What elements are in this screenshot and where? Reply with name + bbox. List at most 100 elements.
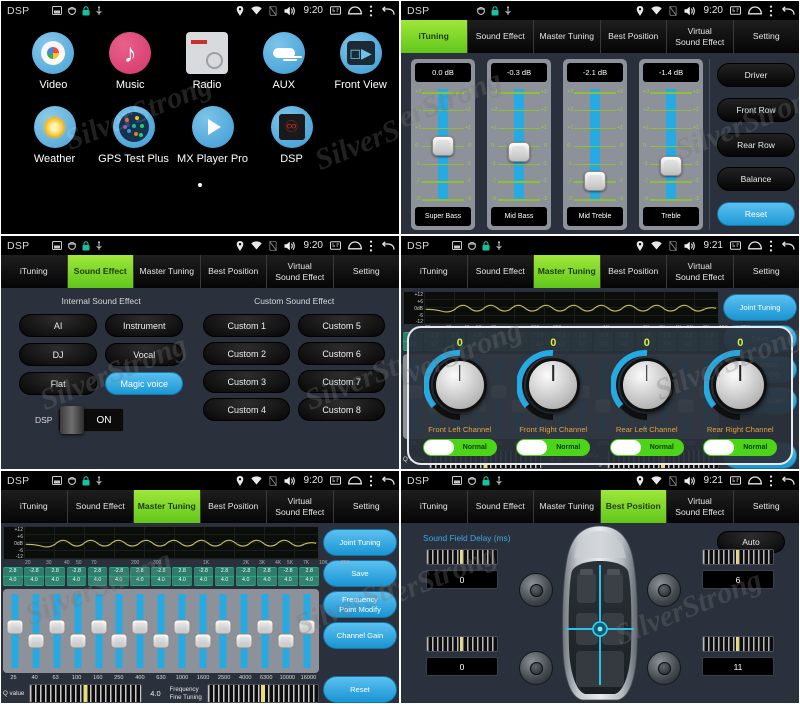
- eq-slider[interactable]: [151, 592, 172, 670]
- slider-track[interactable]: +3 +3 +2 +2 +1 +1 0 0 -1 -1 -2 -2 -3 -3: [643, 85, 699, 204]
- tab-best-position[interactable]: Best Position: [600, 20, 667, 53]
- tab-sound-effect[interactable]: Sound Effect: [467, 490, 534, 523]
- slider-handle[interactable]: [432, 135, 454, 156]
- tab-virtual-sound-effect[interactable]: Virtual Sound Effect: [667, 255, 734, 288]
- eq-band-cell[interactable]: -2.84.0: [24, 567, 44, 587]
- tab-virtual-sound-effect[interactable]: Virtual Sound Effect: [667, 490, 734, 523]
- frequency-point-modify-button[interactable]: FrequencyPoint Modify: [323, 591, 397, 618]
- app-dsp[interactable]: ♾ DSP: [252, 106, 331, 165]
- effect-magic-voice-button[interactable]: Magic voice: [105, 372, 184, 395]
- balance-button[interactable]: Balance: [717, 167, 795, 192]
- menu-dots-icon[interactable]: [769, 475, 773, 487]
- custom-8-button[interactable]: Custom 8: [298, 398, 385, 421]
- menu-dots-icon[interactable]: [369, 475, 373, 487]
- eq-slider[interactable]: [213, 592, 234, 670]
- home-icon[interactable]: [748, 6, 762, 15]
- eq-slider[interactable]: [171, 592, 192, 670]
- tab-virtual-sound-effect[interactable]: Virtual Sound Effect: [267, 255, 334, 288]
- tab-setting[interactable]: Setting: [333, 490, 399, 523]
- app-radio[interactable]: Radio: [169, 32, 246, 91]
- home-icon[interactable]: [748, 241, 762, 250]
- tab-master-tuning[interactable]: Master Tuning: [534, 490, 601, 523]
- back-icon[interactable]: [380, 5, 395, 16]
- eq-slider[interactable]: [109, 592, 130, 670]
- custom-2-button[interactable]: Custom 2: [203, 342, 291, 365]
- tab-best-position[interactable]: Best Position: [600, 255, 667, 288]
- tab-setting[interactable]: Setting: [733, 255, 799, 288]
- delay-dial[interactable]: [426, 549, 498, 565]
- dsp-switch[interactable]: ON: [58, 406, 125, 434]
- rear-row-button[interactable]: Rear Row: [717, 132, 795, 157]
- tab-sound-effect[interactable]: Sound Effect: [67, 255, 134, 288]
- tab-sound-effect[interactable]: Sound Effect: [467, 20, 534, 53]
- back-icon[interactable]: [380, 240, 395, 251]
- slider-mid-treble[interactable]: -2.1 dB +3 +3 +2 +2 +1 +1 0 0 -1 -1 -2 -2 -3 -3: [563, 59, 627, 230]
- app-front-view[interactable]: ◻▶ Front View: [322, 32, 399, 91]
- channel-gain-knob[interactable]: [517, 349, 589, 421]
- slider-super-bass[interactable]: 0.0 dB +3 +3 +2 +2 +1 +1 0 0 -1 -1 -2 -2 -3 -3: [411, 59, 475, 230]
- channel-mode-toggle[interactable]: Normal: [422, 439, 497, 456]
- knob-body[interactable]: [619, 358, 674, 412]
- app-aux[interactable]: AUX: [245, 32, 322, 91]
- slider-track[interactable]: +3 +3 +2 +2 +1 +1 0 0 -1 -1 -2 -2 -3 -3: [567, 85, 623, 204]
- custom-6-button[interactable]: Custom 6: [298, 342, 385, 365]
- eq-band-cell[interactable]: 2.84.0: [3, 567, 23, 587]
- eq-band-cell[interactable]: 2.84.0: [214, 567, 235, 587]
- tab-setting[interactable]: Setting: [333, 255, 399, 288]
- slider-treble[interactable]: -1.4 dB +3 +3 +2 +2 +1 +1 0 0 -1 -1 -2 -2 -3 -3: [639, 59, 703, 230]
- app-gps-test-plus[interactable]: GPS Test Plus: [94, 106, 173, 165]
- tab-ituning[interactable]: iTuning: [1, 255, 68, 288]
- custom-4-button[interactable]: Custom 4: [203, 398, 291, 421]
- eq-slider[interactable]: [130, 592, 151, 670]
- tab-best-position[interactable]: Best Position: [200, 490, 267, 523]
- eq-band-cell[interactable]: 2.84.0: [257, 567, 277, 587]
- car-top-view[interactable]: [552, 525, 648, 703]
- knob-body[interactable]: [526, 358, 581, 412]
- tab-master-tuning[interactable]: Master Tuning: [134, 255, 201, 288]
- back-icon[interactable]: [780, 240, 795, 251]
- joint-tuning-button[interactable]: Joint Tuning: [323, 529, 397, 556]
- eq-band-cell[interactable]: -2.84.0: [193, 567, 214, 587]
- eq-band-cell[interactable]: 2.84.0: [130, 567, 150, 587]
- tab-best-position[interactable]: Best Position: [600, 490, 667, 523]
- app-weather[interactable]: Weather: [15, 106, 94, 165]
- tab-sound-effect[interactable]: Sound Effect: [67, 490, 134, 523]
- eq-slider[interactable]: [275, 592, 296, 670]
- eq-slider[interactable]: [67, 592, 88, 670]
- eq-band-cell[interactable]: -2.84.0: [235, 567, 256, 587]
- tab-virtual-sound-effect[interactable]: Virtual Sound Effect: [267, 490, 334, 523]
- slider-mid-bass[interactable]: -0.3 dB +3 +3 +2 +2 +1 +1 0 0 -1 -1 -2 -2 -3 -3: [487, 59, 551, 230]
- slider-handle[interactable]: [508, 141, 530, 162]
- tab-best-position[interactable]: Best Position: [200, 255, 267, 288]
- slider-handle[interactable]: [660, 155, 682, 176]
- channel-gain-knob[interactable]: [704, 349, 776, 421]
- save-button[interactable]: Save: [323, 560, 397, 587]
- menu-dots-icon[interactable]: [769, 5, 773, 17]
- custom-7-button[interactable]: Custom 7: [298, 370, 385, 393]
- custom-3-button[interactable]: Custom 3: [203, 370, 291, 393]
- eq-band-cell[interactable]: -2.84.0: [66, 567, 87, 587]
- slider-track[interactable]: +3 +3 +2 +2 +1 +1 0 0 -1 -1 -2 -2 -3 -3: [491, 85, 547, 204]
- channel-gain-knob[interactable]: [423, 349, 496, 421]
- dsp-power-toggle[interactable]: DSP ON: [35, 406, 195, 434]
- app-video[interactable]: Video: [15, 32, 92, 91]
- tab-master-tuning[interactable]: Master Tuning: [134, 490, 201, 523]
- knob-body[interactable]: [432, 358, 487, 412]
- tab-ituning[interactable]: iTuning: [401, 20, 468, 53]
- delay-dial[interactable]: [426, 636, 498, 652]
- back-icon[interactable]: [780, 5, 795, 16]
- eq-band-cell[interactable]: 2.84.0: [87, 567, 108, 587]
- eq-band-cell[interactable]: -2.84.0: [108, 567, 129, 587]
- reset-button[interactable]: Reset: [717, 202, 795, 226]
- menu-dots-icon[interactable]: [369, 240, 373, 252]
- tab-ituning[interactable]: iTuning: [401, 255, 468, 288]
- q-value-dial[interactable]: [29, 684, 142, 703]
- effect-ai-button[interactable]: AI: [19, 314, 98, 337]
- switch-thumb[interactable]: [60, 406, 85, 434]
- effect-dj-button[interactable]: DJ: [19, 343, 98, 366]
- joint-tuning-button[interactable]: Joint Tuning: [723, 294, 797, 321]
- effect-vocal-button[interactable]: Vocal: [105, 343, 184, 366]
- eq-band-cell[interactable]: -2.84.0: [278, 567, 298, 587]
- front-row-button[interactable]: Front Row: [717, 97, 795, 122]
- tab-ituning[interactable]: iTuning: [401, 490, 468, 523]
